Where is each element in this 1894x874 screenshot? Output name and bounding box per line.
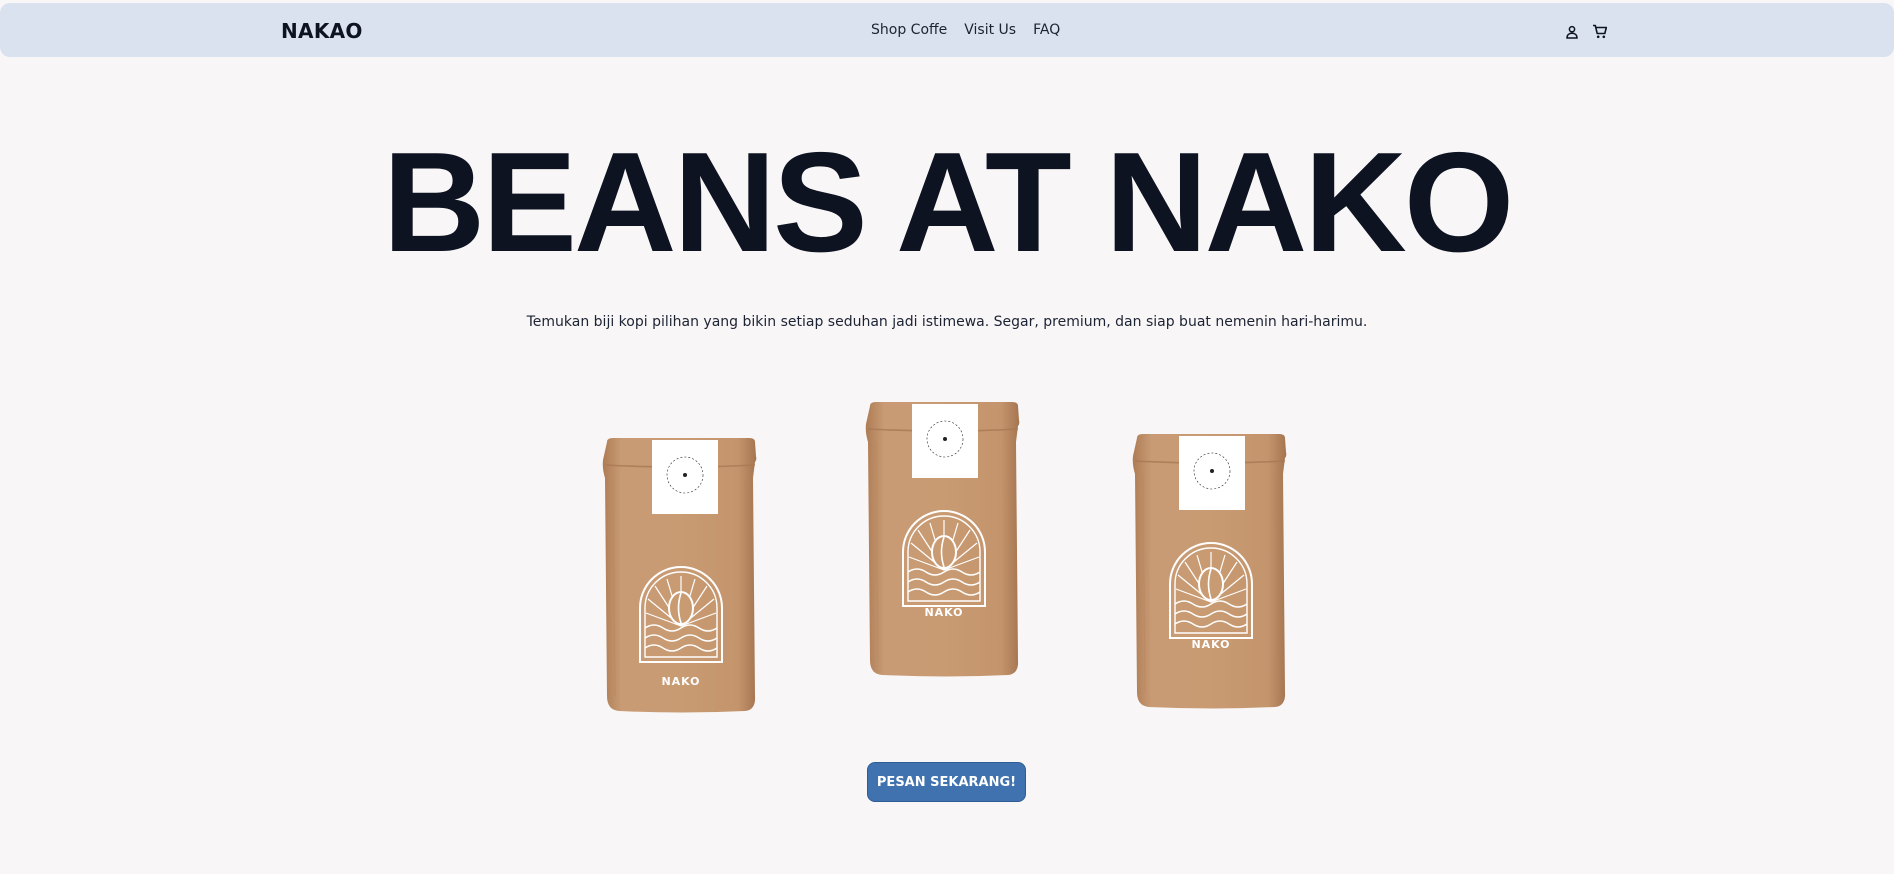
product-bag-arabica[interactable]: NAKO: [596, 438, 766, 718]
bag-logo-text: NAKO: [661, 675, 700, 688]
hero-title: BEANS AT NAKO: [382, 123, 1515, 282]
order-now-button[interactable]: PESAN SEKARANG!: [867, 762, 1026, 802]
nav-link-faq[interactable]: FAQ: [1033, 22, 1060, 38]
user-icon[interactable]: [1565, 25, 1579, 39]
nav-link-shop-coffe[interactable]: Shop Coffe: [871, 22, 947, 38]
navbar: NAKAO Shop Coffe Visit Us FAQ: [0, 3, 1894, 57]
bag-logo-text: NAKO: [924, 606, 963, 619]
bag-logo-text: NAKO: [1191, 638, 1230, 651]
nav-links: Shop Coffe Visit Us FAQ: [871, 22, 1060, 38]
cart-icon[interactable]: [1592, 24, 1608, 39]
nav-icons: [1565, 24, 1608, 39]
product-bag-liberica[interactable]: NAKO: [1126, 434, 1296, 714]
hero-subtitle: Temukan biji kopi pilihan yang bikin set…: [526, 314, 1368, 330]
product-bag-robusta[interactable]: NAKO: [859, 402, 1029, 682]
brand-logo[interactable]: NAKAO: [281, 19, 363, 43]
nav-link-visit-us[interactable]: Visit Us: [964, 22, 1016, 38]
